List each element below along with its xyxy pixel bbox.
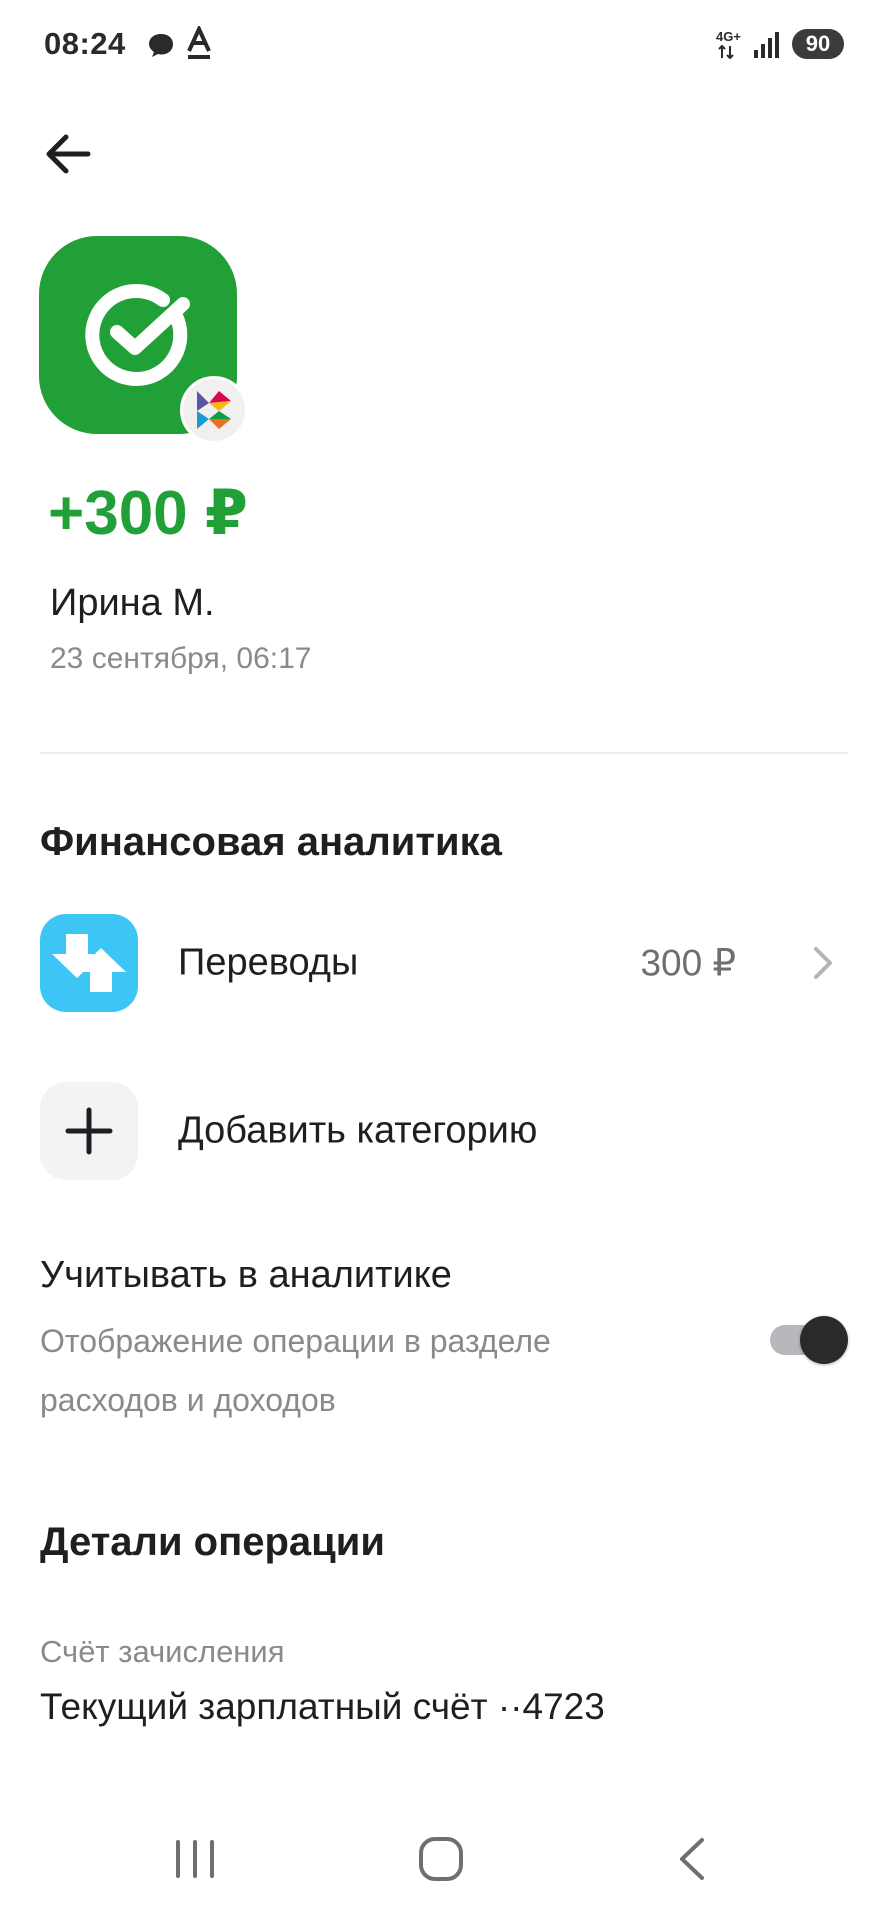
- battery-indicator: 90: [792, 29, 844, 59]
- recent-apps-icon[interactable]: [170, 1836, 220, 1882]
- network-type: 4G+: [716, 29, 741, 44]
- analytics-title: Финансовая аналитика: [40, 820, 502, 864]
- sbp-icon: [180, 376, 248, 444]
- category-value: 300 ₽: [640, 942, 736, 984]
- include-analytics-toggle[interactable]: [770, 1316, 850, 1364]
- details-title: Детали операции: [40, 1520, 385, 1564]
- category-label: Переводы: [178, 941, 359, 984]
- back-icon[interactable]: [672, 1836, 712, 1882]
- include-analytics-description: Отображение операции в разделе расходов …: [40, 1323, 551, 1418]
- home-icon[interactable]: [416, 1834, 466, 1884]
- add-category-label: Добавить категорию: [178, 1109, 538, 1152]
- toggle-thumb: [800, 1316, 848, 1364]
- include-analytics-title: Учитывать в аналитике: [40, 1254, 452, 1296]
- chat-icon: [149, 34, 173, 57]
- amount: +300 ₽: [48, 479, 249, 548]
- transaction-date: 23 сентября, 06:17: [50, 642, 312, 675]
- divider: [40, 752, 848, 754]
- account-value: Текущий зарплатный счёт ··4723: [40, 1686, 605, 1727]
- category-transfers-row[interactable]: Переводы 300 ₽: [40, 914, 848, 1012]
- arrow-left-icon[interactable]: [40, 124, 100, 184]
- font-a-icon: [187, 26, 211, 59]
- signal-icon: 4G+: [716, 29, 779, 60]
- transfer-arrows-icon: [40, 914, 138, 1012]
- chevron-right-icon: [814, 947, 832, 979]
- status-time: 08:24: [44, 26, 126, 61]
- plus-icon: [40, 1082, 138, 1180]
- sender-name: Ирина М.: [50, 582, 215, 624]
- account-label: Счёт зачисления: [40, 1634, 285, 1669]
- add-category-button[interactable]: Добавить категорию: [40, 1082, 848, 1180]
